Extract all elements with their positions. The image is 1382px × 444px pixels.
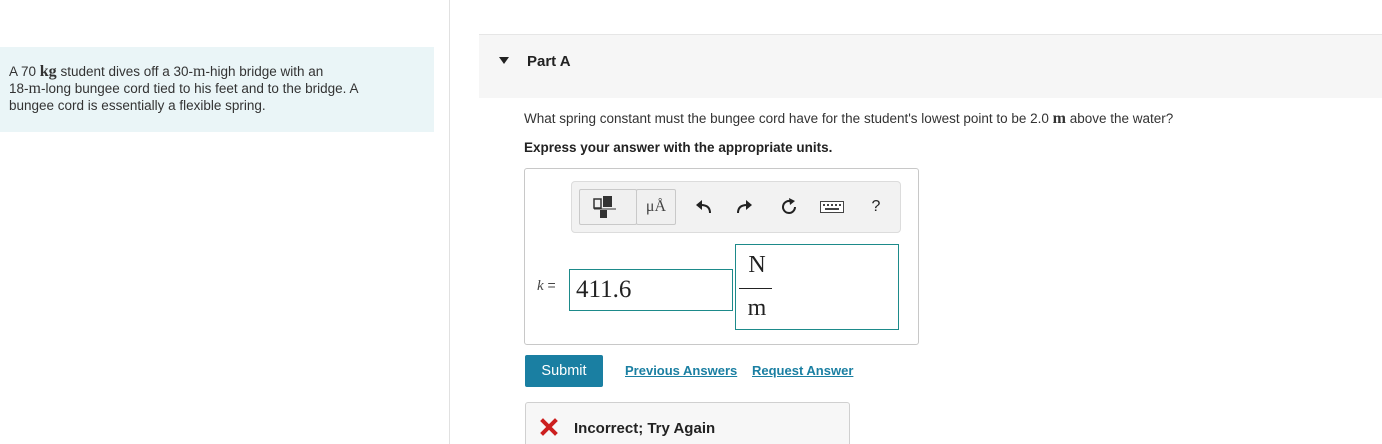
problem-text: -high bridge with an bbox=[205, 64, 324, 79]
unit-numerator[interactable]: N bbox=[744, 252, 770, 279]
units-icon: μÅ bbox=[645, 198, 667, 215]
answer-box: μÅ ? k = 411.6 N m bbox=[524, 168, 919, 345]
problem-text: 18- bbox=[9, 81, 29, 96]
feedback-text: Incorrect; Try Again bbox=[574, 420, 716, 437]
problem-line-2: 18-m-long bungee cord tied to his feet a… bbox=[9, 80, 424, 97]
undo-icon[interactable] bbox=[693, 196, 715, 218]
question-fragment: above the water? bbox=[1065, 111, 1174, 126]
question-text: What spring constant must the bungee cor… bbox=[524, 110, 1173, 128]
previous-answers-link[interactable]: Previous Answers bbox=[625, 363, 737, 378]
question-fragment: What spring constant must the bungee cor… bbox=[524, 111, 1053, 126]
reset-icon[interactable] bbox=[778, 196, 800, 218]
keyboard-icon[interactable] bbox=[819, 196, 845, 218]
problem-text: -long bungee cord tied to his feet and t… bbox=[40, 81, 359, 96]
templates-button[interactable] bbox=[579, 189, 637, 225]
problem-statement: A 70 kg student dives off a 30-m-high br… bbox=[0, 47, 434, 132]
math-toolbar: μÅ ? bbox=[571, 181, 901, 233]
part-a-header[interactable]: Part A bbox=[479, 34, 1382, 98]
problem-text: student dives off a 30- bbox=[56, 64, 194, 79]
feedback-panel: Incorrect; Try Again bbox=[525, 402, 850, 444]
unit-m: m bbox=[1052, 110, 1066, 127]
problem-pane: A 70 kg student dives off a 30-m-high br… bbox=[0, 0, 450, 444]
answer-value-input[interactable]: 411.6 bbox=[569, 269, 733, 311]
incorrect-x-icon bbox=[540, 418, 558, 436]
unit-m: m bbox=[193, 63, 206, 80]
variable-k: k bbox=[537, 278, 544, 294]
equals-sign: = bbox=[543, 277, 556, 293]
answer-variable-label: k = bbox=[537, 277, 556, 295]
unit-kg: kg bbox=[39, 63, 57, 80]
problem-line-3: bungee cord is essentially a flexible sp… bbox=[9, 98, 266, 113]
redo-icon[interactable] bbox=[733, 196, 755, 218]
part-title: Part A bbox=[527, 53, 571, 70]
submit-button[interactable]: Submit bbox=[525, 355, 603, 387]
help-icon[interactable]: ? bbox=[865, 196, 887, 218]
problem-text: A 70 bbox=[9, 64, 40, 79]
units-button[interactable]: μÅ bbox=[636, 189, 676, 225]
problem-line-1: A 70 kg student dives off a 30-m-high br… bbox=[9, 63, 424, 80]
unit-m: m bbox=[28, 80, 41, 97]
unit-denominator[interactable]: m bbox=[744, 295, 770, 322]
fraction-bar bbox=[739, 288, 772, 289]
caret-down-icon[interactable] bbox=[499, 57, 509, 64]
answer-instructions: Express your answer with the appropriate… bbox=[524, 140, 833, 155]
answer-unit-input[interactable]: N m bbox=[735, 244, 899, 330]
templates-icon bbox=[593, 196, 616, 218]
request-answer-link[interactable]: Request Answer bbox=[752, 363, 853, 378]
question-pane: Part A What spring constant must the bun… bbox=[451, 0, 1382, 444]
